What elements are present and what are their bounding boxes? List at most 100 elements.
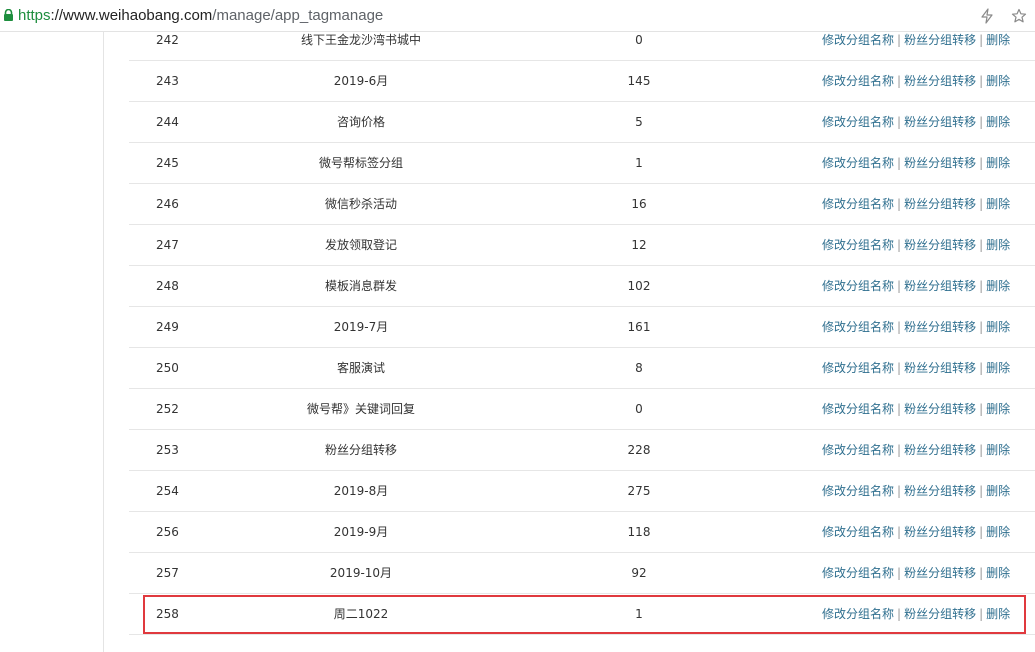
rename-group-link[interactable]: 修改分组名称 <box>822 525 894 539</box>
tag-id: 257 <box>156 566 179 580</box>
tag-id: 258 <box>156 607 179 621</box>
delete-link[interactable]: 删除 <box>986 566 1010 580</box>
row-actions: 修改分组名称 | 粉丝分组转移 | 删除 <box>822 102 1022 142</box>
tag-name: 模板消息群发 <box>324 279 397 293</box>
action-separator: | <box>897 525 902 539</box>
tag-name: 2019-7月 <box>333 320 389 334</box>
fan-count: 16 <box>631 197 647 211</box>
delete-link[interactable]: 删除 <box>986 115 1010 129</box>
transfer-fans-link[interactable]: 粉丝分组转移 <box>904 33 976 47</box>
transfer-fans-link[interactable]: 粉丝分组转移 <box>904 320 976 334</box>
action-separator: | <box>897 238 902 252</box>
rename-group-link[interactable]: 修改分组名称 <box>822 33 894 47</box>
action-separator: | <box>897 484 902 498</box>
tag-name: 粉丝分组转移 <box>324 443 397 457</box>
transfer-fans-link[interactable]: 粉丝分组转移 <box>904 156 976 170</box>
action-separator: | <box>979 115 984 129</box>
rename-group-link[interactable]: 修改分组名称 <box>822 361 894 375</box>
tag-table: 242 线下王金龙沙湾书城中 0 修改分组名称 | 粉丝分组转移 | 删除 243 2019-6月… <box>129 20 1035 635</box>
row-actions: 修改分组名称 | 粉丝分组转移 | 删除 <box>822 430 1022 470</box>
action-separator: | <box>979 238 984 252</box>
tag-id: 250 <box>156 361 179 375</box>
action-separator: | <box>897 361 902 375</box>
rename-group-link[interactable]: 修改分组名称 <box>822 197 894 211</box>
action-separator: | <box>979 566 984 580</box>
rename-group-link[interactable]: 修改分组名称 <box>822 74 894 88</box>
tag-id: 252 <box>156 402 179 416</box>
transfer-fans-link[interactable]: 粉丝分组转移 <box>904 238 976 252</box>
fan-count: 161 <box>627 320 651 334</box>
rename-group-link[interactable]: 修改分组名称 <box>822 402 894 416</box>
table-row: 257 2019-10月 92 修改分组名称 | 粉丝分组转移 | 删除 <box>129 553 1035 594</box>
action-separator: | <box>979 33 984 47</box>
fan-count: 102 <box>627 279 651 293</box>
row-actions: 修改分组名称 | 粉丝分组转移 | 删除 <box>822 20 1022 60</box>
table-row: 243 2019-6月 145 修改分组名称 | 粉丝分组转移 | 删除 <box>129 61 1035 102</box>
transfer-fans-link[interactable]: 粉丝分组转移 <box>904 607 976 621</box>
action-separator: | <box>897 197 902 211</box>
tag-name: 微信秒杀活动 <box>324 197 397 211</box>
delete-link[interactable]: 删除 <box>986 607 1010 621</box>
fan-count: 0 <box>635 33 643 47</box>
delete-link[interactable]: 删除 <box>986 443 1010 457</box>
delete-link[interactable]: 删除 <box>986 279 1010 293</box>
delete-link[interactable]: 删除 <box>986 402 1010 416</box>
row-actions: 修改分组名称 | 粉丝分组转移 | 删除 <box>822 348 1022 388</box>
transfer-fans-link[interactable]: 粉丝分组转移 <box>904 74 976 88</box>
rename-group-link[interactable]: 修改分组名称 <box>822 566 894 580</box>
table-row: 254 2019-8月 275 修改分组名称 | 粉丝分组转移 | 删除 <box>129 471 1035 512</box>
transfer-fans-link[interactable]: 粉丝分组转移 <box>904 197 976 211</box>
action-separator: | <box>979 74 984 88</box>
transfer-fans-link[interactable]: 粉丝分组转移 <box>904 443 976 457</box>
delete-link[interactable]: 删除 <box>986 33 1010 47</box>
transfer-fans-link[interactable]: 粉丝分组转移 <box>904 566 976 580</box>
rename-group-link[interactable]: 修改分组名称 <box>822 156 894 170</box>
lock-icon <box>4 9 13 21</box>
transfer-fans-link[interactable]: 粉丝分组转移 <box>904 361 976 375</box>
fan-count: 12 <box>631 238 647 252</box>
action-separator: | <box>979 402 984 416</box>
action-separator: | <box>979 607 984 621</box>
transfer-fans-link[interactable]: 粉丝分组转移 <box>904 484 976 498</box>
tag-name: 线下王金龙沙湾书城中 <box>300 33 421 47</box>
fan-count: 228 <box>627 443 651 457</box>
transfer-fans-link[interactable]: 粉丝分组转移 <box>904 525 976 539</box>
transfer-fans-link[interactable]: 粉丝分组转移 <box>904 279 976 293</box>
transfer-fans-link[interactable]: 粉丝分组转移 <box>904 115 976 129</box>
row-actions: 修改分组名称 | 粉丝分组转移 | 删除 <box>822 553 1022 593</box>
transfer-fans-link[interactable]: 粉丝分组转移 <box>904 402 976 416</box>
rename-group-link[interactable]: 修改分组名称 <box>822 484 894 498</box>
delete-link[interactable]: 删除 <box>986 156 1010 170</box>
delete-link[interactable]: 删除 <box>986 74 1010 88</box>
action-separator: | <box>897 607 902 621</box>
sidebar-divider <box>103 32 104 652</box>
tag-name: 2019-9月 <box>333 525 389 539</box>
table-row: 256 2019-9月 118 修改分组名称 | 粉丝分组转移 | 删除 <box>129 512 1035 553</box>
rename-group-link[interactable]: 修改分组名称 <box>822 279 894 293</box>
rename-group-link[interactable]: 修改分组名称 <box>822 320 894 334</box>
tag-name: 咨询价格 <box>336 115 385 129</box>
table-row: 248 模板消息群发 102 修改分组名称 | 粉丝分组转移 | 删除 <box>129 266 1035 307</box>
rename-group-link[interactable]: 修改分组名称 <box>822 607 894 621</box>
action-separator: | <box>897 74 902 88</box>
delete-link[interactable]: 删除 <box>986 525 1010 539</box>
rename-group-link[interactable]: 修改分组名称 <box>822 238 894 252</box>
action-separator: | <box>897 33 902 47</box>
tag-id: 242 <box>156 33 179 47</box>
row-actions: 修改分组名称 | 粉丝分组转移 | 删除 <box>822 389 1022 429</box>
rename-group-link[interactable]: 修改分组名称 <box>822 115 894 129</box>
table-row: 249 2019-7月 161 修改分组名称 | 粉丝分组转移 | 删除 <box>129 307 1035 348</box>
delete-link[interactable]: 删除 <box>986 320 1010 334</box>
tag-name: 2019-10月 <box>329 566 393 580</box>
delete-link[interactable]: 删除 <box>986 197 1010 211</box>
tag-id: 243 <box>156 74 179 88</box>
delete-link[interactable]: 删除 <box>986 238 1010 252</box>
tag-id: 246 <box>156 197 179 211</box>
delete-link[interactable]: 删除 <box>986 361 1010 375</box>
tag-id: 248 <box>156 279 179 293</box>
rename-group-link[interactable]: 修改分组名称 <box>822 443 894 457</box>
delete-link[interactable]: 删除 <box>986 484 1010 498</box>
row-actions: 修改分组名称 | 粉丝分组转移 | 删除 <box>822 184 1022 224</box>
row-actions: 修改分组名称 | 粉丝分组转移 | 删除 <box>822 471 1022 511</box>
action-separator: | <box>979 320 984 334</box>
